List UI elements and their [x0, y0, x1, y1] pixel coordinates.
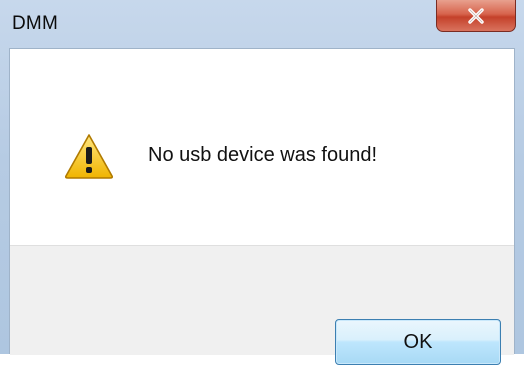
window-title: DMM — [12, 13, 58, 34]
button-area: OK — [10, 245, 514, 365]
dialog-client-area: No usb device was found! OK — [9, 48, 515, 365]
message-area: No usb device was found! — [10, 49, 514, 245]
ok-button[interactable]: OK — [335, 319, 501, 365]
dialog-message: No usb device was found! — [148, 144, 378, 166]
warning-icon — [64, 133, 114, 179]
dialog-window: DMM No usb device was found! OK — [0, 0, 524, 365]
close-button[interactable] — [436, 0, 516, 32]
close-icon — [467, 7, 485, 24]
title-bar[interactable]: DMM — [0, 0, 524, 48]
